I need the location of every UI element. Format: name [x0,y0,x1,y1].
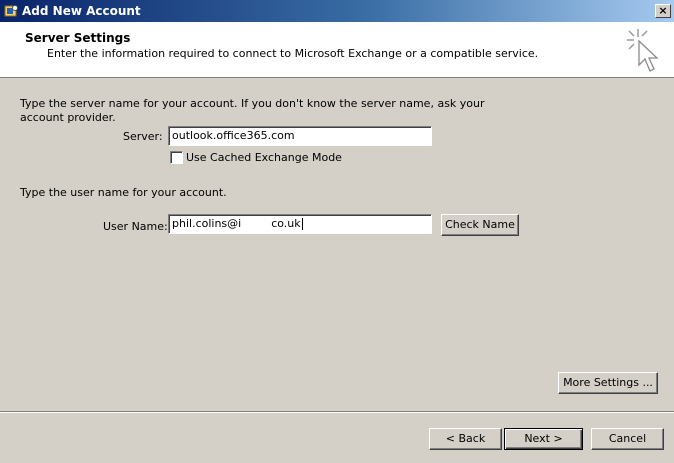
cached-mode-label[interactable]: Use Cached Exchange Mode [186,151,342,164]
outlook-app-icon [4,5,18,17]
server-input[interactable]: outlook.office365.com [168,126,432,146]
username-input[interactable]: phil.colins@i co.uk [168,214,432,234]
add-new-account-dialog: Add New Account × Server Settings Enter … [0,0,674,463]
footer-separator [0,411,674,413]
close-icon: × [658,4,668,17]
window-title: Add New Account [22,4,141,18]
check-name-button[interactable]: Check Name [441,214,519,236]
page-title: Server Settings [25,31,131,45]
title-bar[interactable]: Add New Account × [0,0,674,22]
close-button[interactable]: × [655,4,671,18]
cancel-button[interactable]: Cancel [591,428,664,450]
back-button[interactable]: < Back [429,428,502,450]
cursor-click-icon [627,29,659,72]
cached-mode-checkbox[interactable] [170,151,183,164]
wizard-header: Server Settings Enter the information re… [0,22,674,78]
text-caret [301,218,303,230]
next-button[interactable]: Next > [504,428,583,450]
server-input-value: outlook.office365.com [172,129,295,142]
page-subtitle: Enter the information required to connec… [47,47,539,60]
redacted-segment [241,219,272,229]
server-instructions-line2: account provider. [20,111,116,124]
user-instructions: Type the user name for your account. [20,186,227,199]
server-label: Server: [123,130,163,143]
username-value-end: co.uk [271,217,301,230]
server-instructions-line1: Type the server name for your account. I… [20,97,485,110]
username-value-start: phil.colins@i [172,217,242,230]
username-label: User Name: [103,220,168,233]
more-settings-button[interactable]: More Settings ... [558,372,658,394]
